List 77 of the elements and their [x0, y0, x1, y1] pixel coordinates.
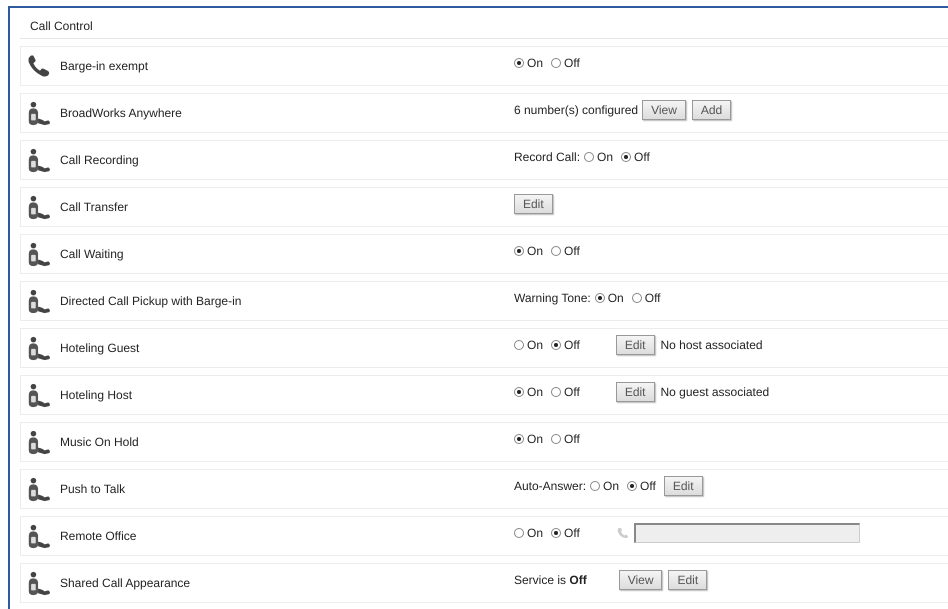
- radio-label: Off: [634, 150, 650, 164]
- status-text: Record Call:: [514, 150, 580, 164]
- radio-label: Off: [564, 56, 580, 70]
- radio-button[interactable]: [551, 340, 562, 350]
- radio-label: On: [527, 56, 544, 70]
- radio-button[interactable]: [551, 58, 562, 68]
- phone-icon: [26, 53, 52, 79]
- radio-label: On: [527, 385, 544, 399]
- radio-button[interactable]: [514, 528, 524, 538]
- radio-label: Off: [640, 479, 656, 493]
- radio-button[interactable]: [514, 340, 524, 350]
- action-button[interactable]: Edit: [616, 335, 654, 355]
- person-phone-icon: [26, 241, 52, 267]
- person-phone-icon: [26, 100, 52, 126]
- radio-button[interactable]: [514, 246, 524, 256]
- status-text: Auto-Answer:: [514, 479, 586, 493]
- person-phone-icon: [26, 570, 52, 596]
- service-name: Push to Talk: [60, 482, 126, 496]
- radio-label: On: [527, 338, 544, 352]
- radio-button[interactable]: [594, 293, 605, 303]
- service-name: Hoteling Host: [60, 388, 132, 402]
- action-button[interactable]: Edit: [514, 194, 553, 214]
- person-phone-icon: [26, 194, 52, 220]
- radio-button[interactable]: [514, 387, 524, 397]
- action-button[interactable]: View: [618, 570, 662, 590]
- action-button[interactable]: Add: [692, 100, 732, 120]
- radio-label: Off: [564, 526, 580, 540]
- service-name: Barge-in exempt: [60, 59, 148, 73]
- service-name: Call Transfer: [60, 200, 128, 214]
- person-phone-icon: [26, 147, 52, 173]
- person-phone-icon: [26, 335, 52, 361]
- radio-label: Off: [644, 291, 661, 305]
- radio-button[interactable]: [632, 293, 642, 303]
- radio-button[interactable]: [551, 246, 562, 256]
- radio-button[interactable]: [514, 434, 524, 444]
- radio-label: Off: [564, 244, 580, 258]
- status-text: Service is Off: [514, 573, 587, 587]
- section-title: Call Control: [20, 12, 948, 39]
- status-text: 6 number(s) configured: [514, 103, 638, 117]
- radio-button[interactable]: [590, 481, 600, 491]
- radio-button[interactable]: [514, 58, 524, 68]
- radio-label: On: [597, 150, 614, 164]
- radio-button[interactable]: [551, 434, 562, 444]
- person-phone-icon: [26, 476, 52, 502]
- person-phone-icon: [26, 382, 52, 408]
- status-text: No host associated: [660, 338, 763, 352]
- radio-button[interactable]: [551, 528, 562, 538]
- radio-label: On: [608, 291, 624, 305]
- person-phone-icon: [26, 288, 52, 314]
- person-phone-icon: [26, 523, 52, 549]
- radio-button[interactable]: [621, 152, 632, 162]
- radio-label: Off: [564, 338, 580, 352]
- action-button[interactable]: Edit: [668, 570, 708, 590]
- service-name: Call Waiting: [60, 247, 124, 261]
- service-name: Hoteling Guest: [60, 341, 140, 355]
- service-name: Shared Call Appearance: [60, 576, 190, 590]
- status-text: Warning Tone:: [514, 291, 591, 305]
- phone-icon: [616, 526, 630, 540]
- service-name: Call Recording: [60, 153, 139, 167]
- service-name: BroadWorks Anywhere: [60, 106, 182, 120]
- action-button[interactable]: Edit: [664, 476, 703, 496]
- action-button[interactable]: Edit: [616, 382, 654, 402]
- service-name: Remote Office: [60, 529, 136, 543]
- radio-button[interactable]: [627, 481, 638, 491]
- radio-label: On: [527, 244, 544, 258]
- radio-label: Off: [564, 385, 580, 399]
- person-phone-icon: [26, 429, 52, 455]
- radio-label: Off: [564, 432, 580, 446]
- action-button[interactable]: View: [642, 100, 686, 120]
- service-name: Music On Hold: [60, 435, 139, 449]
- radio-label: On: [603, 479, 620, 493]
- service-name: Directed Call Pickup with Barge-in: [60, 294, 242, 308]
- status-text: No guest associated: [660, 385, 770, 399]
- radio-button[interactable]: [551, 387, 562, 397]
- radio-label: On: [527, 432, 544, 446]
- radio-button[interactable]: [584, 152, 594, 162]
- radio-label: On: [527, 526, 544, 540]
